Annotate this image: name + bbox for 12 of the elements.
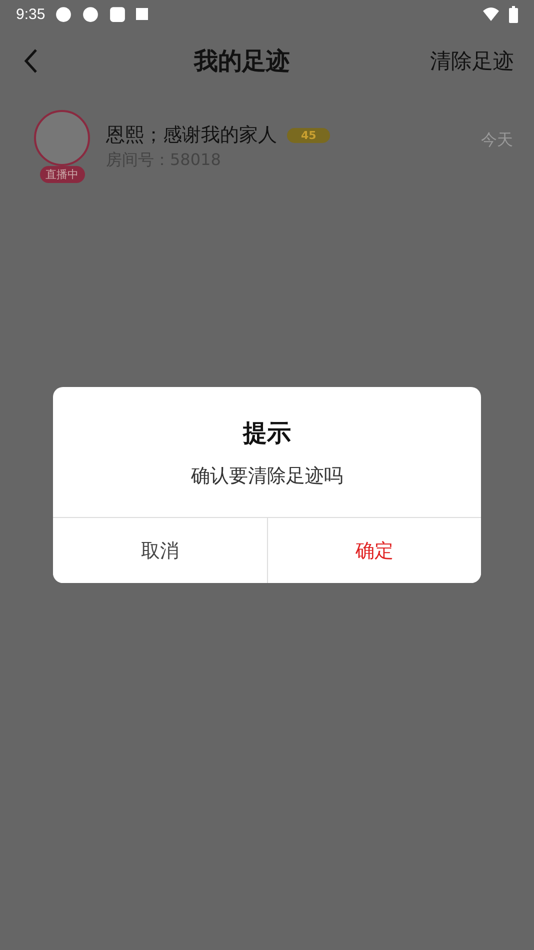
dialog-title: 提示 (242, 418, 292, 449)
live-badge: 直播中 (40, 166, 84, 183)
back-icon (24, 48, 38, 74)
battery-icon (509, 6, 518, 22)
wifi-icon (483, 7, 499, 21)
confirm-button[interactable]: 确定 (266, 518, 481, 583)
page-title: 我的足迹 (192, 46, 291, 77)
level-badge: 45 (287, 128, 330, 142)
dialog-message: 确认要清除足迹吗 (190, 464, 344, 489)
clear-history-button[interactable]: 清除足迹 (430, 47, 514, 75)
status-time: 9:35 (16, 6, 46, 22)
streamer-name: 恩熙；感谢我的家人 (106, 123, 277, 148)
